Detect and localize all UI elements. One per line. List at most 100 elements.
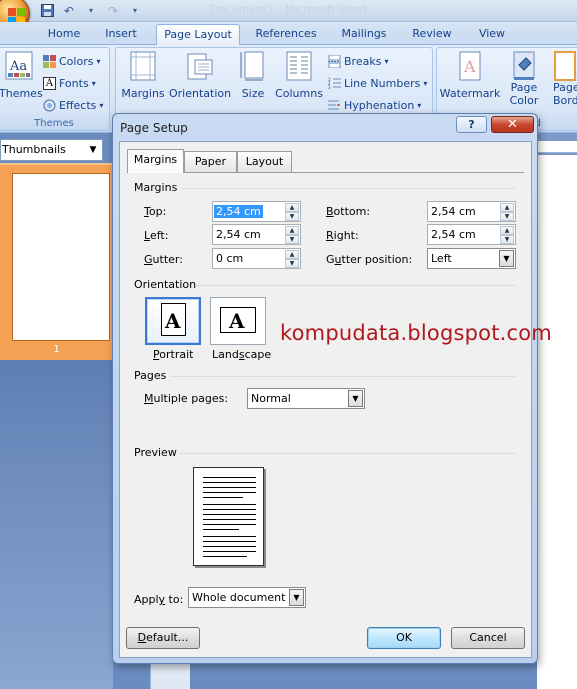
cancel-button[interactable]: Cancel [451, 627, 525, 649]
tab-paper[interactable]: Paper [184, 151, 237, 172]
tab-mailings[interactable]: Mailings [334, 24, 394, 45]
gutter-label: Gutter: [144, 253, 183, 266]
tab-margins[interactable]: Margins [127, 149, 184, 173]
orientation-section-title: Orientation [134, 278, 197, 291]
page-borders-label-2: Borde [553, 94, 577, 107]
tab-page-layout[interactable]: Page Layout [156, 24, 240, 45]
spin-up-icon[interactable]: ▲ [285, 250, 299, 259]
orientation-label: Orientation [169, 87, 232, 100]
default-button[interactable]: Default... [126, 627, 200, 649]
preview-line [203, 504, 256, 505]
spin-up-icon[interactable]: ▲ [500, 226, 514, 235]
tab-home[interactable]: Home [40, 24, 88, 45]
right-margin-value: 2,54 cm [431, 228, 476, 241]
line-numbers-button[interactable]: 123 Line Numbers ▾ [328, 77, 427, 90]
page-borders-button[interactable]: Page Borde [545, 51, 577, 107]
tab-review[interactable]: Review [406, 24, 458, 45]
preview-line [203, 482, 256, 483]
fonts-button[interactable]: A Fonts ▾ [43, 77, 96, 90]
spin-down-icon[interactable]: ▼ [500, 212, 514, 221]
preview-section-title: Preview [134, 446, 177, 459]
redo-icon[interactable]: ↷ [106, 4, 120, 18]
save-icon[interactable] [40, 4, 54, 18]
thumbnails-dropdown[interactable]: Thumbnails ▼ [0, 139, 103, 161]
preview-line [203, 551, 256, 552]
effects-button[interactable]: Effects ▾ [43, 99, 103, 112]
portrait-option[interactable]: A [145, 297, 201, 345]
landscape-option[interactable]: A [210, 297, 266, 345]
tab-references[interactable]: References [250, 24, 322, 45]
preview-line [203, 497, 243, 498]
blog-watermark: kompudata.blogspot.com [280, 321, 552, 345]
left-margin-input[interactable]: 2,54 cm ▲ ▼ [212, 224, 301, 245]
close-button[interactable]: ✕ [491, 116, 534, 133]
size-button[interactable]: Size [236, 51, 270, 100]
thumbnails-pane: Thumbnails ▼ 1 [0, 133, 113, 689]
undo-icon[interactable]: ↶ [62, 4, 76, 18]
left-margin-value: 2,54 cm [216, 228, 261, 241]
thumbnail-selected[interactable]: 1 [0, 163, 113, 360]
themes-button[interactable]: Aa Themes [0, 51, 43, 100]
page-color-button[interactable]: Page Color [505, 51, 543, 107]
spin-down-icon[interactable]: ▼ [285, 235, 299, 244]
watermark-button[interactable]: A Watermark [439, 51, 501, 100]
orientation-button[interactable]: Orientation [169, 51, 231, 100]
bottom-margin-input[interactable]: 2,54 cm ▲ ▼ [427, 201, 516, 222]
ok-button[interactable]: OK [367, 627, 441, 649]
tab-view[interactable]: View [470, 24, 514, 45]
right-margin-input[interactable]: 2,54 cm ▲ ▼ [427, 224, 516, 245]
preview-line [203, 529, 239, 530]
margins-button[interactable]: Margins [120, 51, 166, 100]
breaks-button[interactable]: Breaks ▾ [328, 54, 388, 69]
chevron-down-icon[interactable]: ▼ [499, 250, 514, 267]
margins-section-title: Margins [134, 181, 178, 194]
pages-section-title: Pages [134, 369, 167, 382]
margins-icon [129, 51, 157, 81]
thumbnails-label: Thumbnails [2, 143, 66, 156]
columns-button[interactable]: Columns [274, 51, 324, 100]
tab-panel-border [128, 172, 524, 173]
spin-up-icon[interactable]: ▲ [285, 203, 299, 212]
dropdown-arrow-icon: ▾ [99, 101, 104, 110]
dropdown-icon[interactable]: ▾ [84, 4, 98, 18]
thumbnail-page[interactable] [12, 173, 110, 341]
customize-qat-icon[interactable]: ▾ [128, 4, 142, 18]
dropdown-arrow-icon: ▾ [423, 79, 428, 88]
preview-page [193, 467, 264, 566]
svg-text:A: A [463, 57, 476, 76]
gutter-position-select[interactable]: Left ▼ [427, 248, 516, 269]
title-bar: ↶ ▾ ↷ ▾ Document1 - Microsoft Word [0, 0, 577, 32]
chevron-down-icon[interactable]: ▼ [348, 390, 363, 407]
right-label: Right: [326, 229, 359, 242]
preview-line [203, 556, 247, 557]
preview-line [203, 514, 256, 515]
watermark-icon: A [456, 51, 484, 81]
multiple-pages-select[interactable]: Normal ▼ [247, 388, 365, 409]
columns-label: Columns [275, 87, 323, 100]
quick-access-toolbar: ↶ ▾ ↷ ▾ [40, 2, 142, 19]
document-page[interactable] [537, 155, 577, 689]
ribbon-tab-bar: Home Insert Page Layout References Maili… [0, 22, 577, 45]
spin-down-icon[interactable]: ▼ [285, 259, 299, 268]
dropdown-arrow-icon: ▾ [417, 101, 422, 110]
preview-line [203, 477, 256, 478]
preview-line [203, 492, 256, 493]
help-button[interactable]: ? [456, 116, 487, 133]
apply-to-select[interactable]: Whole document ▼ [188, 587, 306, 608]
gutter-input[interactable]: 0 cm ▲ ▼ [212, 248, 301, 269]
preview-line [203, 541, 256, 542]
spin-up-icon[interactable]: ▲ [285, 226, 299, 235]
hyphenation-button[interactable]: Hyphenation ▾ [328, 99, 421, 112]
chevron-down-icon[interactable]: ▼ [289, 589, 304, 606]
effects-icon [43, 99, 56, 112]
spin-up-icon[interactable]: ▲ [500, 203, 514, 212]
top-margin-input[interactable]: 2,54 cm ▲ ▼ [212, 201, 301, 222]
spin-down-icon[interactable]: ▼ [500, 235, 514, 244]
orientation-icon [186, 51, 214, 81]
spin-down-icon[interactable]: ▼ [285, 212, 299, 221]
tab-insert[interactable]: Insert [96, 24, 146, 45]
tab-layout[interactable]: Layout [237, 151, 292, 172]
preview-line [203, 536, 256, 537]
colors-button[interactable]: Colors ▾ [43, 55, 100, 68]
apply-to-value: Whole document [192, 591, 286, 604]
